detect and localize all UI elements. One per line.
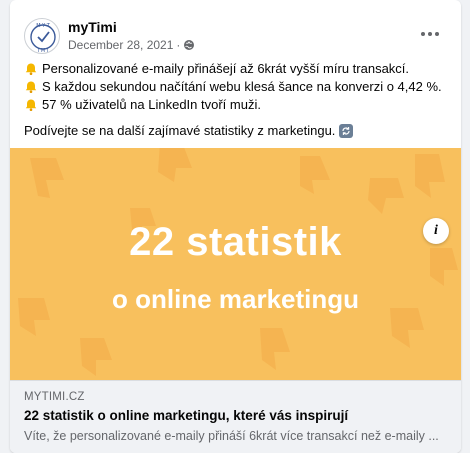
dot-icon <box>428 32 432 36</box>
link-domain: MYTIMI.CZ <box>24 391 85 403</box>
post-line-text: 57 % uživatelů na LinkedIn tvoří muži. <box>42 97 261 112</box>
banner-title-line2: o online marketingu <box>111 284 360 314</box>
link-preview-image[interactable]: 22 statistik o online marketingu <box>10 148 461 380</box>
info-icon[interactable]: i <box>423 218 449 244</box>
avatar[interactable]: M Y T I M I <box>24 18 60 54</box>
post-line: S každou sekundou načítání webu klesá ša… <box>24 78 449 96</box>
bell-icon <box>25 63 37 75</box>
post-meta: December 28, 2021 · <box>68 38 195 52</box>
post-sign-off: Podívejte se na další zajímavé statistik… <box>24 122 449 140</box>
bell-icon <box>25 99 37 111</box>
date-separator: · <box>176 38 181 52</box>
post-text: Personalizované e-maily přinášejí až 6kr… <box>24 60 449 140</box>
globe-icon <box>184 40 195 50</box>
bell-icon <box>25 81 37 93</box>
banner-title-line1: 22 statistik <box>129 220 342 264</box>
post-date[interactable]: December 28, 2021 <box>68 38 173 52</box>
more-options-button[interactable] <box>416 24 444 44</box>
sign-off-text: Podívejte se na další zajímavé statistik… <box>24 123 336 138</box>
post-line-text: Personalizované e-maily přinášejí až 6kr… <box>42 61 410 76</box>
link-card[interactable]: MYTIMI.CZ 22 statistik o online marketin… <box>10 380 461 453</box>
page-name[interactable]: myTimi <box>68 19 117 35</box>
dot-icon <box>435 32 439 36</box>
dot-icon <box>421 32 425 36</box>
svg-text:I M I: I M I <box>38 48 48 54</box>
mytimi-logo-icon: M Y T I M I <box>30 23 56 54</box>
refresh-icon <box>339 124 354 138</box>
post-header: M Y T I M I myTimi December 28, 2021 · <box>24 14 444 56</box>
link-title[interactable]: 22 statistik o online marketingu, které … <box>24 408 348 423</box>
post-card: M Y T I M I myTimi December 28, 2021 · P… <box>10 0 461 453</box>
post-line: Personalizované e-maily přinášejí až 6kr… <box>24 60 449 78</box>
link-description: Víte, že personalizované e-maily přináší… <box>24 429 439 443</box>
post-line: 57 % uživatelů na LinkedIn tvoří muži. <box>24 96 449 114</box>
svg-text:M Y T: M Y T <box>36 23 51 29</box>
post-line-text: S každou sekundou načítání webu klesá ša… <box>42 79 442 94</box>
